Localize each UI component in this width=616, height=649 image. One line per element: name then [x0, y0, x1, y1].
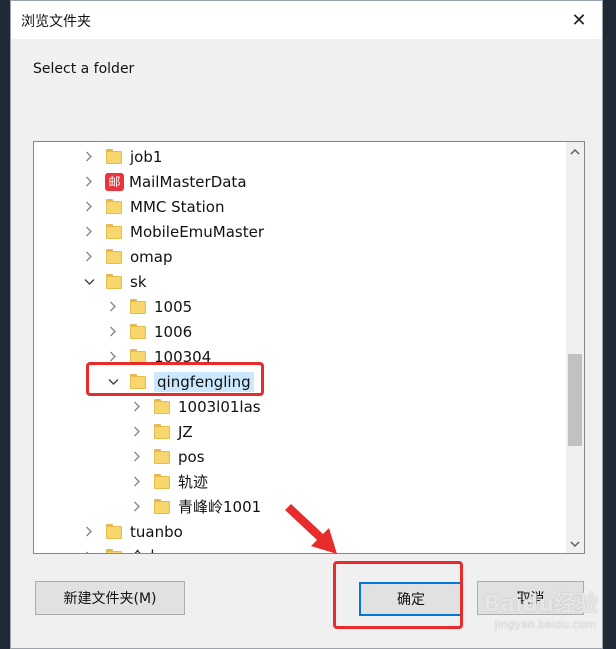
prompt-text: Select a folder: [33, 61, 135, 77]
cancel-button[interactable]: 取消: [477, 581, 584, 615]
tree-item-label: MobileEmuMaster: [130, 222, 265, 241]
tree-item[interactable]: 1003l01las: [130, 394, 584, 419]
tree-item[interactable]: 轨迹: [130, 469, 584, 494]
tree-item-label: job1: [130, 147, 163, 166]
chevron-right-icon[interactable]: [130, 475, 144, 489]
tree-item[interactable]: MobileEmuMaster: [82, 219, 584, 244]
tree-item-label: 1006: [154, 322, 193, 341]
folder-icon: [106, 548, 123, 553]
chevron-right-icon[interactable]: [82, 150, 96, 164]
close-icon: ✕: [571, 9, 587, 31]
folder-icon: [106, 148, 123, 165]
folder-icon: [106, 223, 123, 240]
folder-icon: [106, 248, 123, 265]
chevron-down-icon: [570, 540, 580, 547]
chevron-right-icon[interactable]: [130, 425, 144, 439]
folder-icon: [130, 323, 147, 340]
chevron-right-icon[interactable]: [130, 400, 144, 414]
tree-item-label: pos: [178, 447, 205, 466]
tree-item[interactable]: 1005: [106, 294, 584, 319]
scroll-down-button[interactable]: [566, 535, 584, 553]
tree-item[interactable]: 1006: [106, 319, 584, 344]
tree-item[interactable]: sk: [82, 269, 584, 294]
tree-item-label: 青峰岭1001: [178, 498, 262, 516]
folder-tree[interactable]: job1 邮 MailMasterData MMC Station MobileEmuM…: [33, 141, 585, 554]
annotation-arrow: [285, 504, 337, 554]
title-bar: 浏览文件夹 ✕: [11, 1, 602, 39]
new-folder-button[interactable]: 新建文件夹(M): [35, 581, 185, 615]
chevron-right-icon[interactable]: [106, 325, 120, 339]
tree-item-label: sk: [130, 272, 147, 291]
chevron-down-icon[interactable]: [82, 275, 96, 289]
tree-item-label: omap: [130, 247, 173, 266]
tree-item[interactable]: JZ: [130, 419, 584, 444]
chevron-right-icon[interactable]: [82, 200, 96, 214]
tree-item[interactable]: job1: [82, 144, 584, 169]
folder-icon: [106, 198, 123, 215]
chevron-right-icon[interactable]: [82, 525, 96, 539]
tree-item-label: JZ: [178, 422, 193, 441]
tree-item[interactable]: 邮 MailMasterData: [82, 169, 584, 194]
vertical-scrollbar[interactable]: [566, 142, 584, 553]
tree-item[interactable]: pos: [130, 444, 584, 469]
tree-item-label: 轨迹: [178, 473, 209, 491]
tree-item[interactable]: 青峰岭1001: [130, 494, 584, 519]
folder-icon: [130, 298, 147, 315]
tree-item-label: tuanbo: [130, 522, 183, 541]
folder-icon: [154, 423, 171, 440]
tree-item[interactable]: MMC Station: [82, 194, 584, 219]
chevron-right-icon[interactable]: [82, 550, 96, 553]
folder-icon: [154, 448, 171, 465]
tree-item-label: MailMasterData: [129, 172, 247, 191]
chevron-right-icon[interactable]: [82, 225, 96, 239]
folder-icon: [106, 273, 123, 290]
close-button[interactable]: ✕: [556, 1, 602, 39]
chevron-right-icon[interactable]: [82, 175, 96, 189]
folder-icon: [106, 523, 123, 540]
tree-item[interactable]: omap: [82, 244, 584, 269]
annotation-box-ok: [333, 561, 463, 629]
scroll-up-button[interactable]: [566, 142, 584, 160]
tree-item-label: 1003l01las: [178, 397, 261, 416]
scrollbar-thumb[interactable]: [568, 354, 582, 446]
chevron-right-icon[interactable]: [130, 450, 144, 464]
chevron-up-icon: [570, 148, 580, 155]
tree-item-label: 1005: [154, 297, 193, 316]
mail-icon: 邮: [105, 172, 124, 191]
chevron-right-icon[interactable]: [130, 500, 144, 514]
tree-item-label: 个人: [130, 546, 160, 553]
folder-icon: [154, 398, 171, 415]
dialog-title: 浏览文件夹: [21, 14, 91, 30]
annotation-box-folder: [86, 362, 264, 396]
chevron-right-icon[interactable]: [106, 300, 120, 314]
tree-item-label: MMC Station: [130, 197, 225, 216]
chevron-right-icon[interactable]: [82, 250, 96, 264]
folder-icon: [154, 498, 171, 515]
folder-icon: [154, 473, 171, 490]
